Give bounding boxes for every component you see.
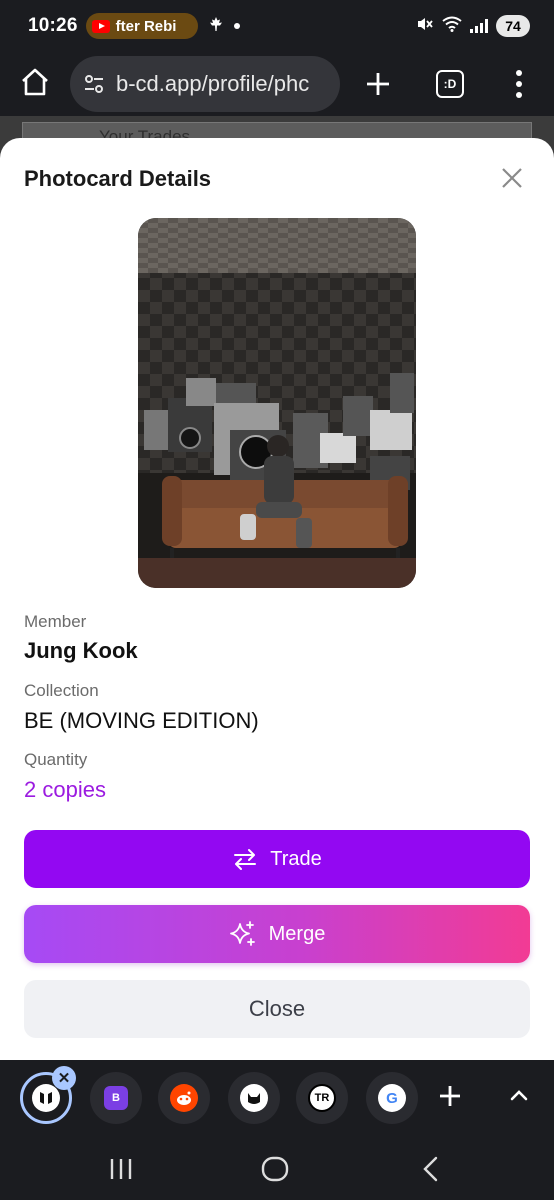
address-bar[interactable]: b-cd.app/profile/phc [70, 56, 340, 112]
clock: 10:26 [28, 15, 78, 36]
tr-favicon-icon: TR [308, 1084, 336, 1112]
collection-value: BE (MOVING EDITION) [24, 708, 259, 733]
home-nav-icon[interactable] [260, 1154, 290, 1184]
member-label: Member [24, 612, 87, 631]
close-icon[interactable] [500, 166, 524, 190]
maple-leaf-icon [208, 16, 224, 37]
site-settings-icon[interactable] [82, 72, 106, 96]
collection-label: Collection [24, 681, 99, 700]
recents-icon[interactable] [106, 1154, 136, 1184]
sparkles-icon [229, 921, 255, 946]
google-favicon-icon: G [378, 1084, 406, 1112]
photocard-image [138, 218, 416, 588]
tab-close-icon[interactable]: ✕ [52, 1066, 76, 1090]
media-title: fter Rebi [115, 17, 177, 35]
quantity-value: 2 copies [24, 777, 106, 802]
tab-cat[interactable] [228, 1072, 280, 1124]
tab-switcher-button[interactable]: :D [436, 70, 464, 98]
photocard-details-modal: Photocard Details Member Jung Kook Colle… [0, 138, 554, 1060]
phone-screen: 10:26 fter Rebi 74 b-cd.app/profile/phc … [0, 0, 554, 1200]
tab-strip: ✕ B TR G [0, 1060, 554, 1136]
member-value: Jung Kook [24, 638, 138, 663]
trade-button[interactable]: Trade [24, 830, 530, 888]
system-nav-bar [0, 1136, 554, 1200]
bts-favicon-icon [32, 1084, 60, 1112]
youtube-icon [91, 19, 110, 33]
merge-button[interactable]: Merge [24, 905, 530, 963]
new-tab-plus-icon[interactable] [364, 70, 392, 98]
mute-icon [416, 15, 434, 37]
quantity-label: Quantity [24, 750, 88, 769]
wifi-icon [442, 16, 462, 36]
more-menu-icon[interactable] [510, 70, 528, 98]
url-text: b-cd.app/profile/phc [116, 71, 310, 96]
tab-reddit[interactable] [158, 1072, 210, 1124]
media-pill[interactable]: fter Rebi [85, 13, 198, 39]
tab-b[interactable]: B [90, 1072, 142, 1124]
battery-indicator: 74 [496, 15, 530, 37]
trade-button-label: Trade [270, 847, 322, 870]
notification-dot-icon [233, 23, 240, 29]
back-icon[interactable] [416, 1154, 446, 1184]
close-button[interactable]: Close [24, 980, 530, 1038]
browser-toolbar: b-cd.app/profile/phc :D [0, 52, 554, 116]
signal-icon [470, 19, 488, 33]
home-icon[interactable] [20, 67, 50, 97]
add-tab-plus-icon[interactable] [436, 1082, 464, 1110]
merge-button-label: Merge [268, 922, 326, 945]
close-button-label: Close [248, 996, 306, 1021]
modal-title: Photocard Details [24, 166, 212, 191]
chevron-up-icon[interactable] [508, 1084, 530, 1106]
status-bar: 10:26 fter Rebi 74 [0, 0, 554, 52]
status-icons: 74 [416, 15, 530, 37]
b-favicon-icon: B [104, 1086, 128, 1110]
swap-arrows-icon [234, 849, 257, 870]
reddit-favicon-icon [170, 1084, 198, 1112]
tab-tr[interactable]: TR [296, 1072, 348, 1124]
tab-google[interactable]: G [366, 1072, 418, 1124]
cat-favicon-icon [240, 1084, 268, 1112]
